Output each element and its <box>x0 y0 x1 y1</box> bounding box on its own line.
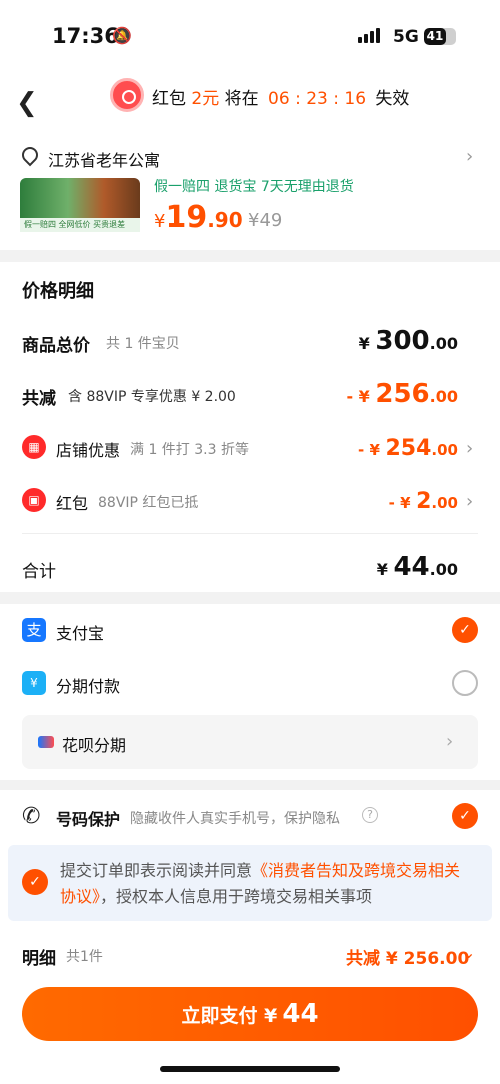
installment-icon: ¥ <box>22 671 46 695</box>
thumbnail-caption: 假一赔四 全网低价 买贵退差 <box>20 218 140 232</box>
redpacket-countdown: 红包 2元 将在 06 : 23 : 16 失效 <box>152 84 409 109</box>
expire-prefix: 将在 <box>224 89 259 109</box>
redpacket-icon: ▣ <box>22 488 46 512</box>
price-detail-title: 价格明细 <box>22 281 94 302</box>
address-text: 江苏省老年公寓 <box>48 151 161 170</box>
total-sub: 共 1 件宝贝 <box>106 336 180 352</box>
sum-amount: ¥ 44.00 <box>376 552 458 582</box>
alipay-label[interactable]: 支付宝 <box>56 620 104 644</box>
chevron-right-icon: › <box>466 146 474 167</box>
signal-icon <box>358 28 380 43</box>
agreement-text: 提交订单即表示阅读并同意《消费者告知及跨境交易相关协议》，授权本人信息用于跨境交… <box>60 861 461 906</box>
network-type: 5G <box>393 27 419 47</box>
alipay-radio[interactable]: ✓ <box>452 617 478 643</box>
installment-label[interactable]: 分期付款 <box>56 673 120 697</box>
total-amount: ¥ 300.00 <box>358 326 458 356</box>
mute-bell-icon: 🔕 <box>112 26 132 45</box>
chevron-right-icon: › <box>466 491 474 512</box>
privacy-toggle[interactable]: ✓ <box>452 803 478 829</box>
agreement-checkbox[interactable]: ✓ <box>22 869 48 895</box>
stopwatch-icon <box>110 78 144 112</box>
phone-icon: ✆ <box>22 804 41 829</box>
huabei-icon <box>38 736 54 748</box>
chevron-right-icon: › <box>466 438 474 459</box>
chevron-right-icon: › <box>446 731 454 752</box>
battery-level: 41 <box>424 28 446 45</box>
battery-icon: 41 <box>424 28 456 45</box>
sum-label: 合计 <box>22 562 56 582</box>
status-time: 17:36 <box>52 24 119 48</box>
redpacket-amount: 2元 <box>191 89 220 109</box>
shop-discount-label: 店铺优惠 <box>56 441 121 460</box>
privacy-label: 号码保护 <box>56 810 121 829</box>
product-price: ¥19.90 <box>154 200 243 235</box>
total-label: 商品总价 <box>22 336 90 356</box>
discount-sub: 含 88VIP 专享优惠 ¥ 2.00 <box>68 389 236 405</box>
footer-total-discount[interactable]: 共减 ¥ 256.00 <box>346 944 469 969</box>
discount-label: 共减 <box>22 389 56 409</box>
redpacket-label: 红包 <box>56 494 89 513</box>
discount-amount: - ¥ 256.00 <box>346 379 458 409</box>
price-detail-card <box>0 262 500 592</box>
original-price: ¥49 <box>248 210 283 231</box>
expire-suffix: 失效 <box>375 89 410 109</box>
pay-now-button[interactable]: 立即支付 ¥ 44 <box>22 987 478 1041</box>
shop-discount-amount[interactable]: - ¥ 254.00 <box>358 436 458 461</box>
shop-discount-icon: ▦ <box>22 435 46 459</box>
home-indicator <box>160 1066 340 1072</box>
countdown-timer: 06 : 23 : 16 <box>268 89 367 109</box>
shop-discount-sub: 满 1 件打 3.3 折等 <box>130 442 249 458</box>
help-icon[interactable]: ? <box>362 807 378 823</box>
redpacket-sub: 88VIP 红包已抵 <box>98 495 199 511</box>
huabei-label: 花呗分期 <box>62 736 127 755</box>
product-service-tags: 假一赔四 退货宝 7天无理由退货 <box>154 179 354 195</box>
alipay-icon: 支 <box>22 618 46 642</box>
redpacket-prefix: 红包 <box>152 89 186 109</box>
detail-count: 共1件 <box>66 949 103 965</box>
redpacket-amount[interactable]: - ¥ 2.00 <box>389 489 458 514</box>
back-icon[interactable]: ❮ <box>16 88 38 118</box>
divider <box>22 533 478 534</box>
detail-label: 明细 <box>22 949 56 969</box>
installment-radio[interactable] <box>452 670 478 696</box>
privacy-desc: 隐藏收件人真实手机号，保护隐私 <box>130 811 340 827</box>
chevron-double-down-icon[interactable]: ⌄ <box>462 943 475 962</box>
